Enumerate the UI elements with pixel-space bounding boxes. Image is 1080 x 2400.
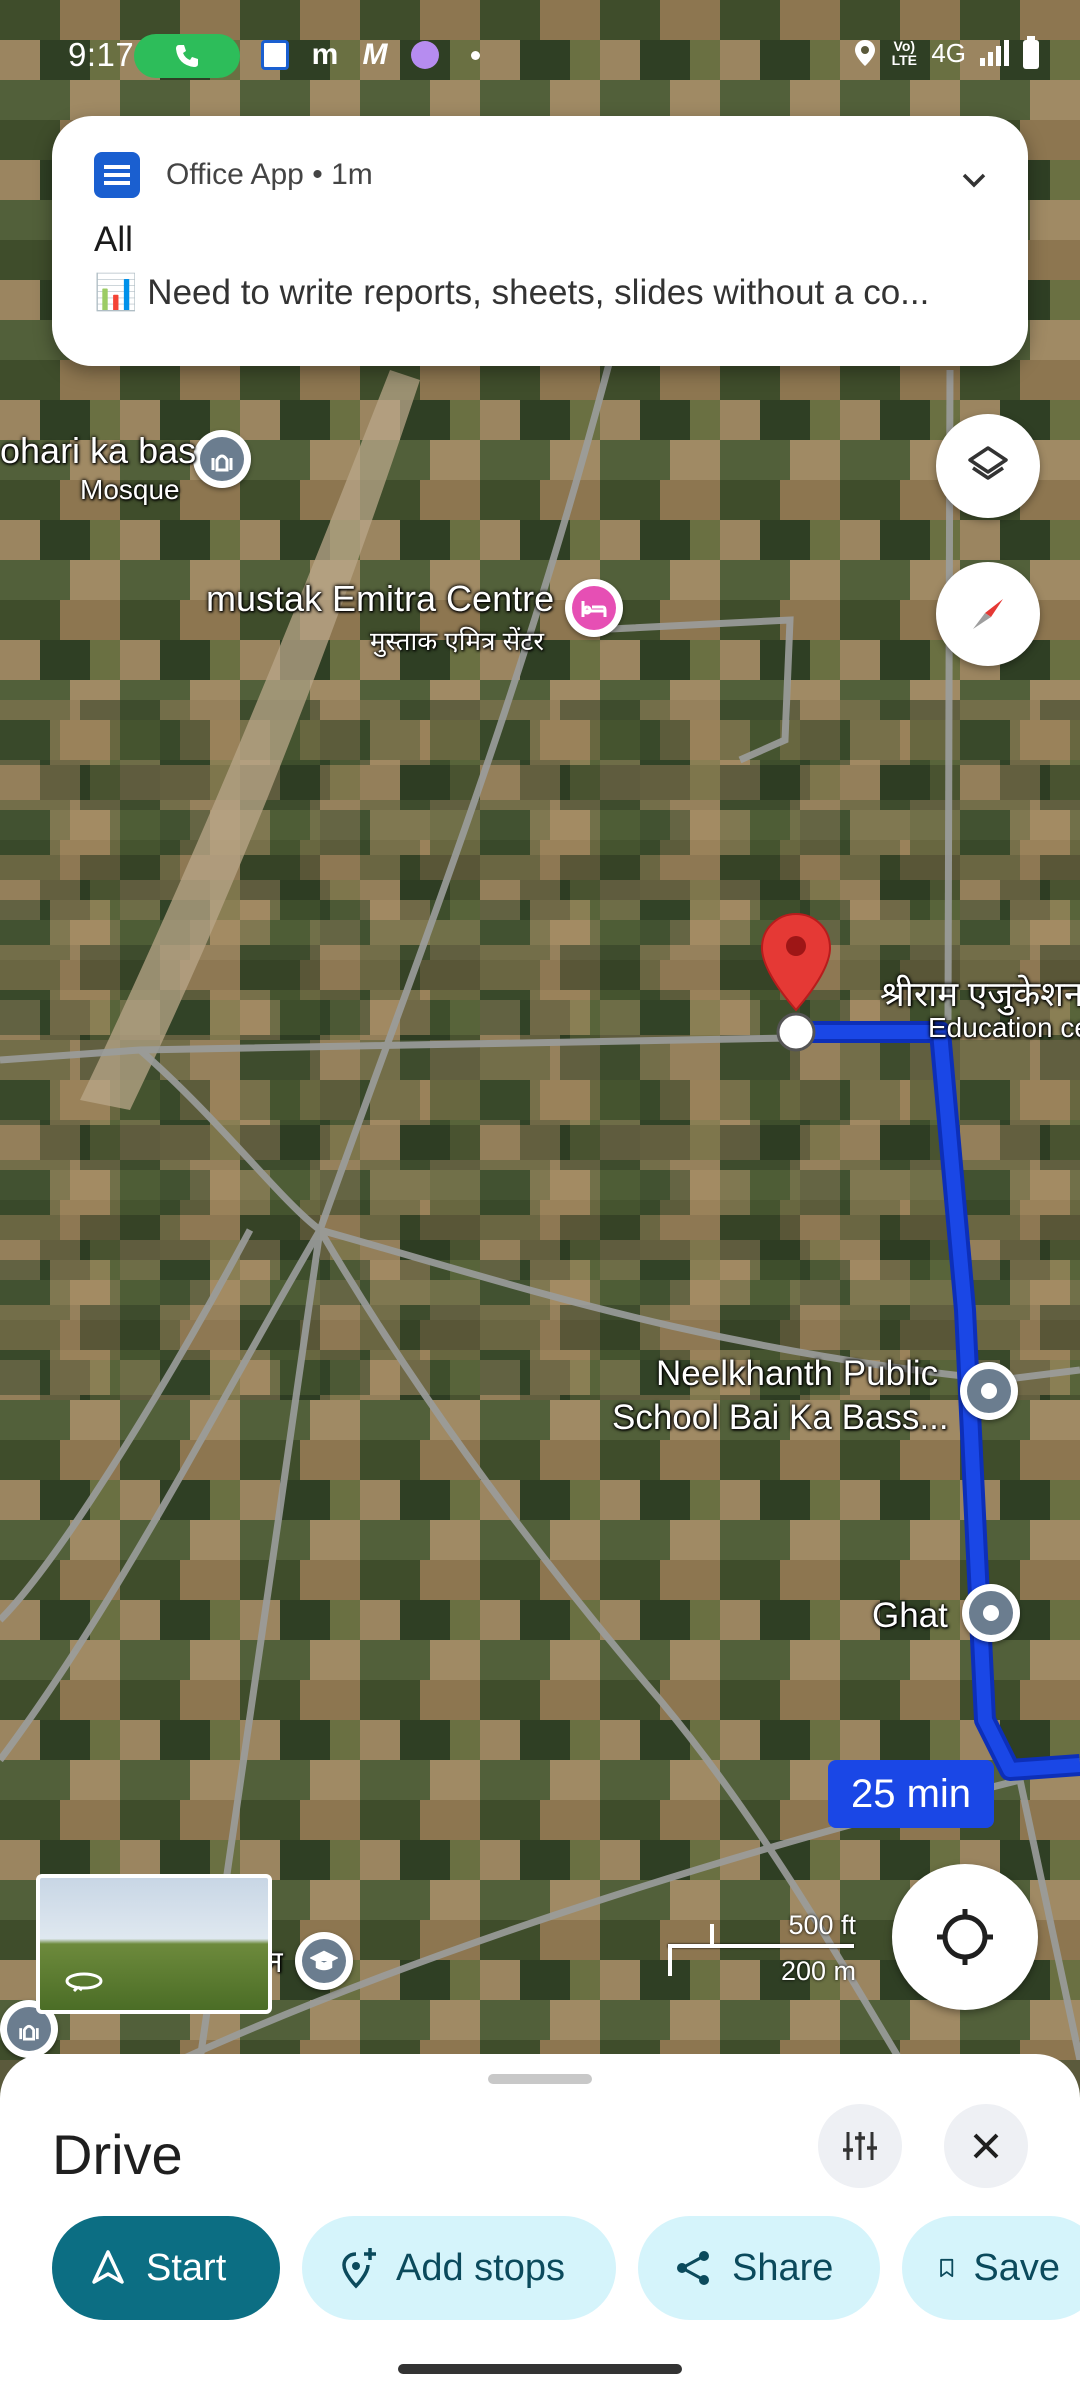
volte-indicator: Vo) LTE xyxy=(891,38,918,68)
add-stops-button[interactable]: Add stops xyxy=(302,2216,616,2320)
map-layers-button[interactable] xyxy=(936,414,1040,518)
compass-icon xyxy=(973,599,1003,629)
notification-body: 📊 Need to write reports, sheets, slides … xyxy=(94,273,930,312)
emitra-name-label[interactable]: mustak Emitra Centre xyxy=(206,578,554,620)
graduation-cap-icon xyxy=(302,1939,346,1983)
office-app-notification[interactable]: Office App • 1m All 📊 Need to write repo… xyxy=(52,116,1028,366)
route-options-button[interactable] xyxy=(818,2104,902,2188)
m-icon: m xyxy=(311,38,339,71)
notification-header: Office App • 1m xyxy=(166,158,373,192)
scale-imperial: 500 ft xyxy=(788,1910,856,1940)
place-dot-icon xyxy=(969,1591,1013,1635)
start-label: Start xyxy=(146,2246,227,2289)
layers-icon xyxy=(968,446,1008,480)
location-icon xyxy=(855,40,876,66)
school-name-line1[interactable]: Neelkhanth Public xyxy=(656,1354,938,1394)
ghat-poi-pin[interactable] xyxy=(962,1584,1020,1642)
scale-metric: 200 m xyxy=(780,1956,856,1986)
mosque-name-label[interactable]: ohari ka bas xyxy=(0,430,196,472)
shriram-type-label: Education ce xyxy=(928,1012,1080,1043)
active-call-pill[interactable] xyxy=(134,34,240,78)
mosque-poi-pin[interactable] xyxy=(193,430,251,488)
navigation-arrow-icon xyxy=(92,2250,124,2284)
school-poi-pin[interactable] xyxy=(960,1362,1018,1420)
system-status-icons: Vo) LTE 4G xyxy=(853,36,1040,70)
map-scale-bar: 500 ft 200 m xyxy=(666,1910,856,1986)
notification-title: All xyxy=(94,220,133,259)
battery-icon xyxy=(1023,36,1039,69)
status-bar: 9:17 m M Vo) LTE 4G xyxy=(0,0,1080,110)
bookmark-icon xyxy=(940,2258,954,2278)
hotel-bed-icon xyxy=(572,586,616,630)
directions-bottom-sheet[interactable]: Drive Start Add stops Share Save xyxy=(0,2054,1080,2400)
notification-icons: m M xyxy=(258,38,492,72)
route-eta-badge[interactable]: 25 min xyxy=(828,1760,994,1828)
share-icon xyxy=(677,2251,709,2285)
header-separator: • xyxy=(312,158,332,191)
close-icon xyxy=(973,2133,999,2159)
notification-time: 1m xyxy=(331,158,373,191)
emitra-hindi-label: मुस्ताक एमित्र सेंटर xyxy=(370,626,544,656)
notification-app-name: Office App xyxy=(166,158,304,191)
share-button[interactable]: Share xyxy=(638,2216,880,2320)
start-navigation-button[interactable]: Start xyxy=(52,2216,280,2320)
education-poi-pin[interactable] xyxy=(295,1932,353,1990)
action-chips-row: Start Add stops Share Save xyxy=(52,2216,1080,2320)
emitra-poi-pin[interactable] xyxy=(565,579,623,637)
close-directions-button[interactable] xyxy=(944,2104,1028,2188)
sheet-drag-handle[interactable] xyxy=(488,2074,592,2084)
mosque-type-label: Mosque xyxy=(80,474,180,505)
signal-icon xyxy=(980,40,1009,66)
ghat-label[interactable]: Ghat xyxy=(872,1596,948,1636)
crosshair-icon xyxy=(937,1909,993,1965)
travel-mode-title: Drive xyxy=(52,2123,183,2186)
school-name-line2[interactable]: School Bai Ka Bass... xyxy=(612,1398,949,1438)
gesture-navigation-handle[interactable] xyxy=(398,2364,682,2374)
office-app-icon xyxy=(94,152,140,198)
add-location-icon xyxy=(342,2248,376,2289)
compass-button[interactable] xyxy=(936,562,1040,666)
place-dot-icon xyxy=(967,1369,1011,1413)
dot-icon xyxy=(458,38,492,72)
m-logo-icon: M xyxy=(362,38,388,71)
mosque-icon xyxy=(200,437,244,481)
my-location-button[interactable] xyxy=(892,1864,1038,2010)
share-label: Share xyxy=(732,2246,834,2289)
tune-icon xyxy=(843,2132,877,2160)
street-view-thumbnail[interactable] xyxy=(36,1874,272,2014)
expand-notification-button[interactable] xyxy=(954,160,994,200)
network-type: 4G xyxy=(931,37,966,68)
add-stops-label: Add stops xyxy=(396,2246,565,2289)
office-app-icon xyxy=(258,38,292,72)
status-time: 9:17 xyxy=(68,36,135,73)
call-active-icon xyxy=(176,45,198,67)
shriram-hindi-label[interactable]: श्रीराम एजुकेशन xyxy=(880,970,1080,1017)
save-button[interactable]: Save xyxy=(902,2216,1080,2320)
save-label: Save xyxy=(973,2246,1060,2289)
alarm-icon xyxy=(408,38,442,72)
street-view-360-icon xyxy=(64,1969,104,1998)
chevron-down-icon xyxy=(962,173,986,188)
